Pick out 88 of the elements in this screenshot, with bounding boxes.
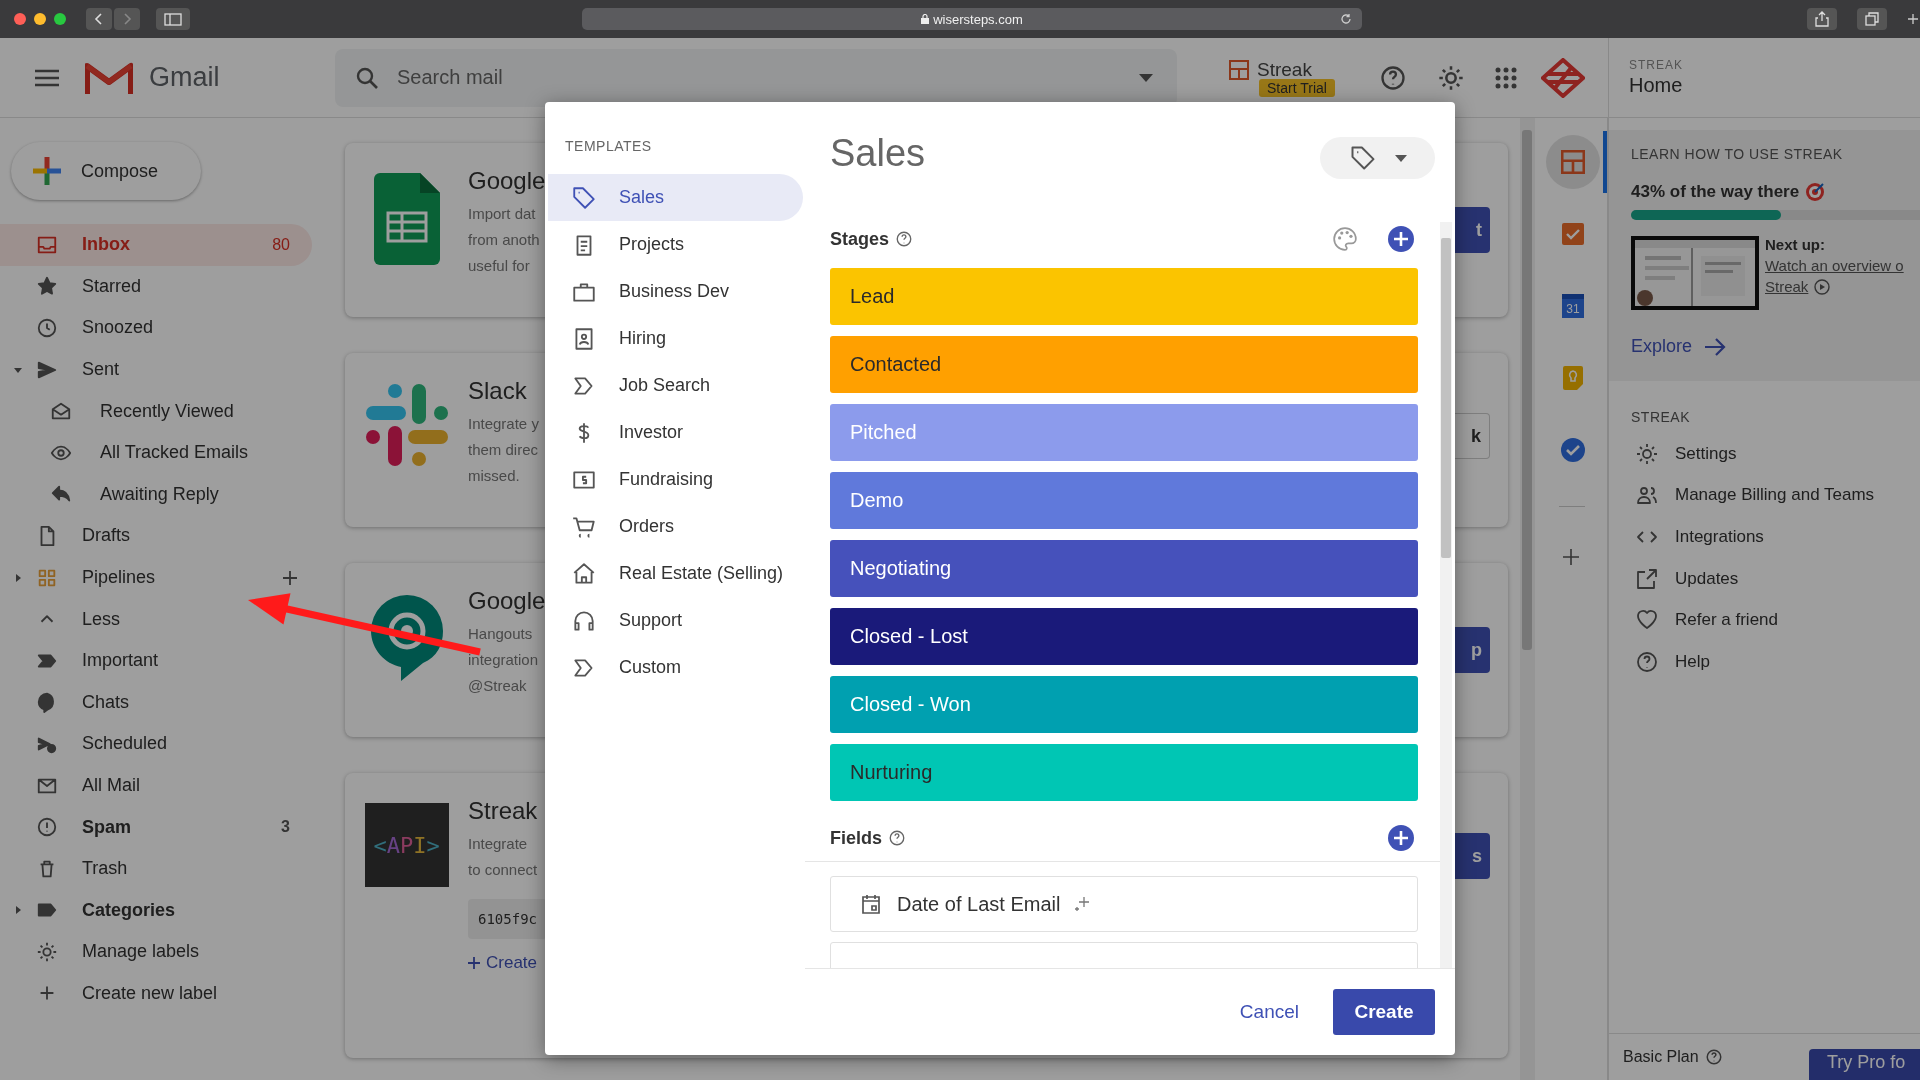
sidebar-item[interactable]: Spam 3 [0,806,312,848]
template-item[interactable]: Business Dev [548,268,803,315]
stage-bar[interactable]: Nurturing [830,744,1418,801]
card-button[interactable]: s [1454,833,1490,879]
card-description: missed. [468,466,520,486]
template-item[interactable]: Custom [548,644,803,691]
panel-menu-item[interactable]: Updates [1609,557,1920,600]
sidebar-item[interactable]: Create new label [0,972,312,1015]
card-description: to connect [468,860,538,880]
plan-label: Basic Plan [1623,1048,1699,1066]
card-button[interactable]: t [1454,207,1490,253]
search-field[interactable]: Search mail [335,48,1177,107]
stage-bar[interactable]: Closed - Lost [830,608,1418,665]
template-item[interactable]: Job Search [548,362,803,409]
card-description: them direc [468,440,539,460]
card-description: from anoth [468,230,540,250]
card-title: Google [468,167,546,195]
template-item[interactable]: Sales [548,174,803,221]
video-link[interactable]: Streak [1765,278,1809,295]
panel-menu-item[interactable]: Settings [1609,433,1920,475]
sidebar-item[interactable]: Scheduled [0,723,312,765]
explore-link[interactable]: Explore [1631,336,1920,357]
sidebar-item[interactable]: Categories [0,889,312,932]
section-heading: TEMPLATES [565,138,653,154]
card-description: useful for [468,256,530,276]
template-item[interactable]: Support [548,597,803,644]
field-row[interactable]: Date of Last Email [830,876,1418,932]
sidebar-item[interactable]: Pipelines [0,556,312,599]
stage-bar[interactable]: Negotiating [830,540,1418,597]
card-description: @Streak [468,676,527,696]
sidebar-item[interactable]: Chats [0,681,312,724]
sidebar-item[interactable]: Snoozed [0,307,312,349]
template-item[interactable]: Orders [548,503,803,550]
code-logo: <API> [364,803,449,887]
trial-badge[interactable]: Start Trial [1259,78,1335,97]
compose-button[interactable]: Compose [11,142,201,200]
panel-overline: STREAK [1629,58,1684,72]
panel-menu-item[interactable]: Refer a friend [1609,599,1920,641]
video-link[interactable]: Watch an overview o [1765,257,1904,274]
sidebar-item[interactable]: Drafts [0,515,312,557]
create-link[interactable]: Create [468,953,538,973]
template-item[interactable]: Projects [548,221,803,268]
sidebar-item[interactable]: Trash [0,847,312,890]
card-button[interactable]: k [1454,413,1490,459]
stage-bar[interactable]: Demo [830,472,1418,529]
sidebar-item[interactable]: Sent [0,348,312,391]
card-button[interactable]: p [1454,627,1490,673]
card-description: Integrate [468,834,528,854]
section-label: Stages [830,228,890,250]
sidebar-item[interactable]: Starred [0,265,312,308]
section-heading: LEARN HOW TO USE STREAK [1631,146,1844,162]
sidebar-item[interactable]: Awaiting Reply [0,473,312,516]
card-description: Integrate y [468,414,539,434]
template-item[interactable]: Real Estate (Selling) [548,550,803,597]
create-button[interactable]: Create [1333,989,1435,1035]
stage-bar[interactable]: Contacted [830,336,1418,393]
calendar-app-button[interactable]: 31 [1546,279,1600,333]
app-name: Gmail [149,62,220,93]
template-item[interactable]: Hiring [548,315,803,362]
sidebar-item[interactable]: All Tracked Emails [0,431,312,474]
upgrade-button[interactable]: Try Pro fo [1809,1049,1920,1080]
card-description: Hangouts [468,624,533,644]
next-up-label: Next up: [1765,236,1826,253]
card-title: Google [468,587,546,615]
api-key-field: 6105f9c [468,899,547,939]
panel-menu-item[interactable]: Help [1609,640,1920,683]
progress-text: 43% of the way there [1631,182,1800,202]
panel-title: Home [1629,74,1684,97]
panel-menu-item[interactable]: Integrations [1609,516,1920,558]
stage-bar[interactable]: Lead [830,268,1418,325]
card-description: integration [468,650,539,670]
sidebar-item[interactable]: Less [0,598,312,640]
section-label: Fields [830,827,882,849]
template-item[interactable]: Fundraising [548,456,803,503]
card-title: Slack [468,377,527,405]
stage-bar[interactable]: Closed - Won [830,676,1418,733]
cancel-button[interactable]: Cancel [1239,1001,1299,1023]
sidebar-item[interactable]: All Mail [0,764,312,807]
card-description: Import dat [468,204,536,224]
sidebar-item[interactable]: Recently Viewed [0,390,312,432]
sidebar-item[interactable]: Manage labels [0,931,312,973]
card-title: Streak [468,797,538,825]
section-heading: STREAK [1631,409,1691,425]
dialog-title: Sales [830,132,926,175]
address-bar[interactable]: wisersteps.com [582,8,1362,30]
template-item[interactable]: Investor [548,409,803,456]
panel-menu-item[interactable]: Manage Billing and Teams [1609,474,1920,517]
sidebar-item[interactable]: Important [0,639,312,682]
